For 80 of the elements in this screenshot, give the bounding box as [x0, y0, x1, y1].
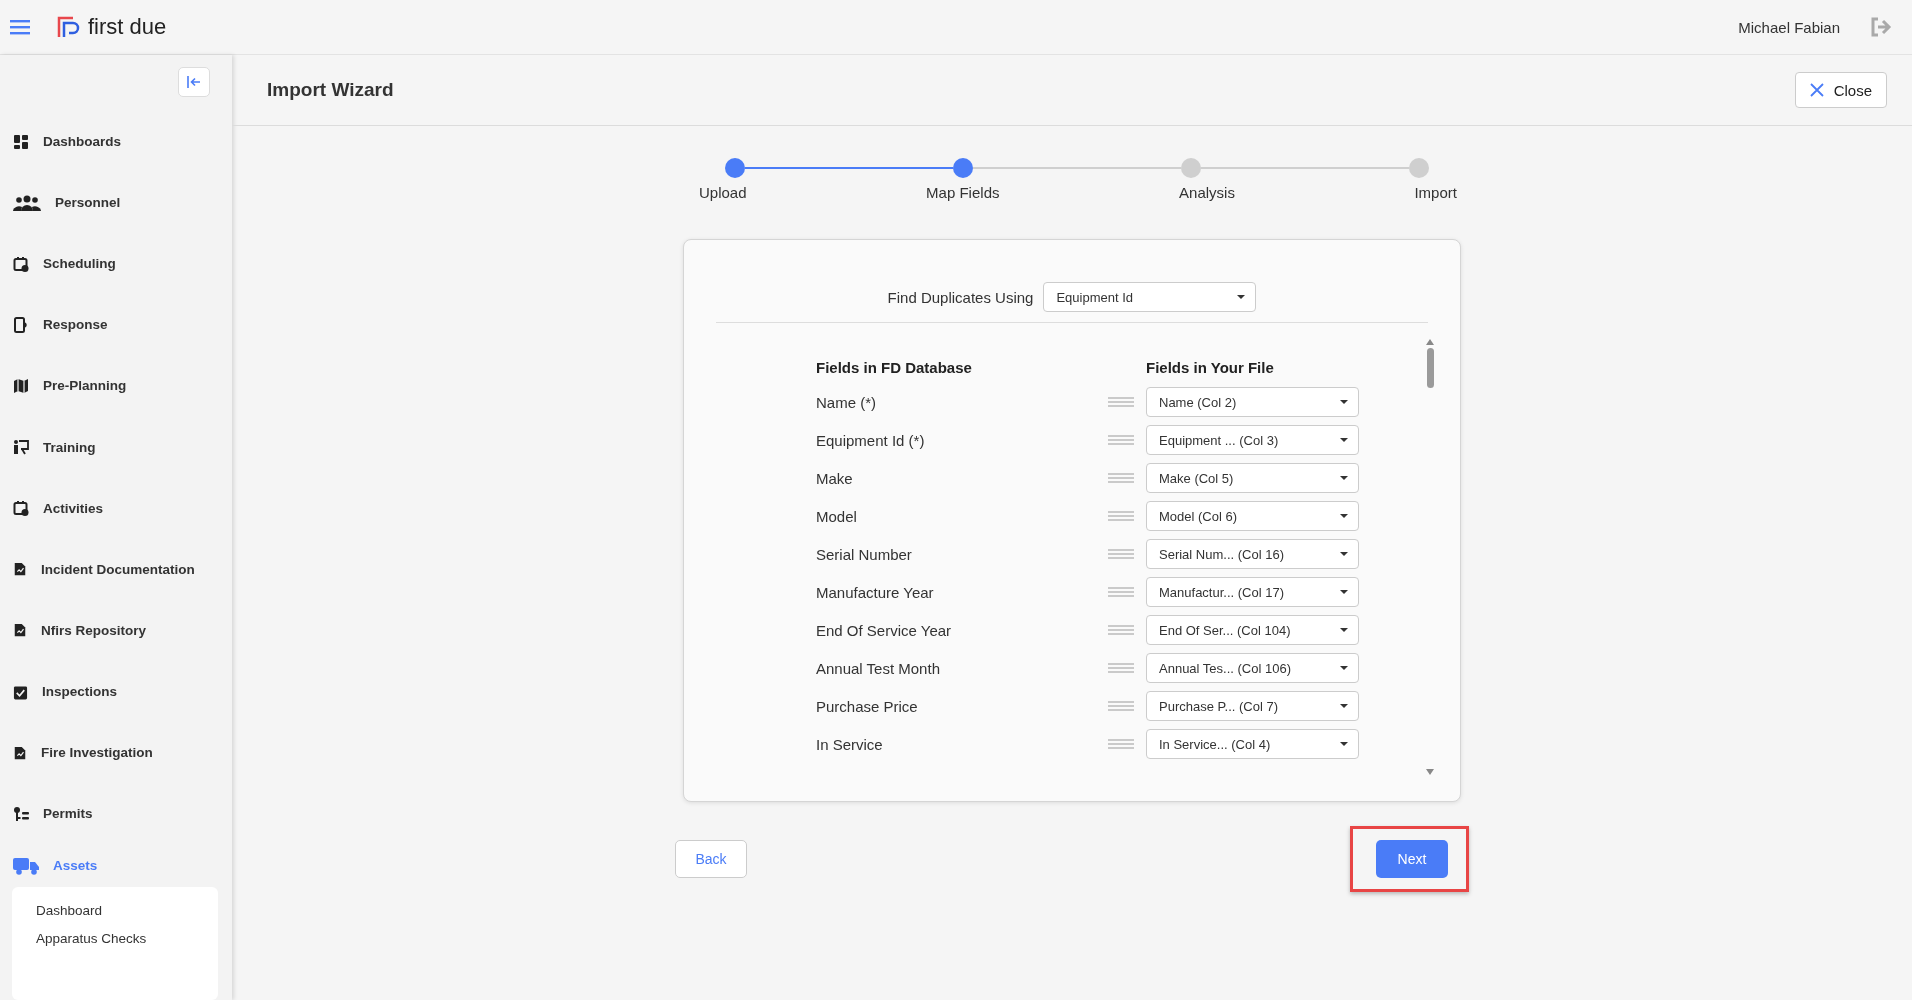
- submenu-item[interactable]: Apparatus Checks: [36, 931, 218, 946]
- document-icon: [13, 561, 27, 578]
- sidebar-item[interactable]: Nfirs Repository: [0, 599, 232, 661]
- field-name: Name (*): [816, 393, 877, 411]
- column-dropdown[interactable]: Model (Col 6): [1146, 501, 1359, 531]
- sidebar-item[interactable]: Pre-Planning: [0, 355, 232, 417]
- key-icon: [13, 805, 29, 822]
- caret-icon: [1340, 590, 1348, 594]
- logo-icon: [56, 15, 80, 39]
- dashboard-icon: [13, 133, 29, 150]
- column-dropdown[interactable]: Equipment ... (Col 3): [1146, 425, 1359, 455]
- presentation-icon: [13, 439, 29, 456]
- caret-icon: [1237, 295, 1246, 299]
- calendar-icon: [13, 255, 29, 272]
- caret-icon: [1340, 704, 1348, 708]
- sidebar-item[interactable]: Response: [0, 294, 232, 356]
- field-name: Purchase Price: [816, 697, 919, 715]
- sidebar-item[interactable]: Activities: [0, 477, 232, 539]
- document-icon: [13, 622, 27, 639]
- column-header: Fields in Your File: [1146, 358, 1275, 376]
- sidebar-item[interactable]: Permits: [0, 783, 232, 845]
- column-dropdown[interactable]: Name (Col 2): [1146, 387, 1359, 417]
- field-name: Make: [816, 469, 854, 487]
- page-title: Import Wizard: [267, 79, 394, 101]
- close-button[interactable]: Close: [1794, 72, 1887, 108]
- close-icon: [1809, 83, 1824, 97]
- sidebar-item[interactable]: Personnel: [0, 172, 232, 234]
- user-name: Michael Fabian: [1738, 18, 1840, 36]
- brand-name: first due: [88, 14, 167, 40]
- sidebar-item[interactable]: Inspections: [0, 661, 232, 723]
- step-label: Upload: [699, 184, 747, 201]
- scroll-up-icon[interactable]: [1426, 339, 1434, 345]
- field-name: Manufacture Year: [816, 583, 935, 601]
- collapse-icon: [186, 75, 202, 89]
- scroll-down-icon[interactable]: [1426, 769, 1434, 775]
- column-dropdown[interactable]: Annual Tes... (Col 106): [1146, 653, 1359, 683]
- map-icon: [13, 378, 29, 394]
- sidebar-item[interactable]: Dashboards: [0, 111, 232, 173]
- scrollbar-thumb[interactable]: [1426, 348, 1434, 388]
- truck-icon: [13, 856, 39, 875]
- step-label: Map Fields: [926, 184, 1000, 201]
- column-header: Fields in FD Database: [816, 358, 973, 376]
- column-dropdown[interactable]: Make (Col 5): [1146, 463, 1359, 493]
- submenu-item[interactable]: Dashboard: [36, 903, 218, 918]
- caret-icon: [1340, 666, 1348, 670]
- column-dropdown[interactable]: In Service... (Col 4): [1146, 729, 1359, 759]
- sidebar-item[interactable]: Incident Documentation: [0, 538, 232, 600]
- back-button[interactable]: Back: [675, 840, 747, 878]
- duplicates-label: Find Duplicates Using: [887, 288, 1034, 306]
- step-label: Analysis: [1179, 184, 1235, 201]
- caret-icon: [1340, 438, 1348, 442]
- clipboard-icon: [13, 683, 28, 700]
- next-button[interactable]: Next: [1376, 840, 1448, 878]
- document-icon: [13, 744, 27, 761]
- people-icon: [13, 194, 41, 211]
- collapse-sidebar-button[interactable]: [178, 67, 210, 97]
- caret-icon: [1340, 476, 1348, 480]
- menu-icon[interactable]: [10, 19, 30, 35]
- column-dropdown[interactable]: Purchase P... (Col 7): [1146, 691, 1359, 721]
- field-name: Serial Number: [816, 545, 913, 563]
- field-name: Model: [816, 507, 858, 525]
- caret-icon: [1340, 552, 1348, 556]
- phone-icon: [13, 316, 29, 333]
- field-name: Equipment Id (*): [816, 431, 926, 449]
- caret-icon: [1340, 514, 1348, 518]
- field-name: Annual Test Month: [816, 659, 941, 677]
- sidebar-item[interactable]: Fire Investigation: [0, 722, 232, 784]
- column-dropdown[interactable]: Serial Num... (Col 16): [1146, 539, 1359, 569]
- field-name: End Of Service Year: [816, 621, 953, 639]
- sidebar-item[interactable]: Training: [0, 416, 232, 478]
- caret-icon: [1340, 742, 1348, 746]
- calendar-icon: [13, 500, 29, 517]
- field-name: In Service: [816, 735, 884, 753]
- step-label: Import: [1414, 184, 1457, 201]
- sidebar-item[interactable]: Scheduling: [0, 233, 232, 295]
- duplicates-dropdown[interactable]: Equipment Id: [1043, 282, 1257, 312]
- column-dropdown[interactable]: Manufactur... (Col 17): [1146, 577, 1359, 607]
- caret-icon: [1340, 628, 1348, 632]
- caret-icon: [1340, 400, 1348, 404]
- column-dropdown[interactable]: End Of Ser... (Col 104): [1146, 615, 1359, 645]
